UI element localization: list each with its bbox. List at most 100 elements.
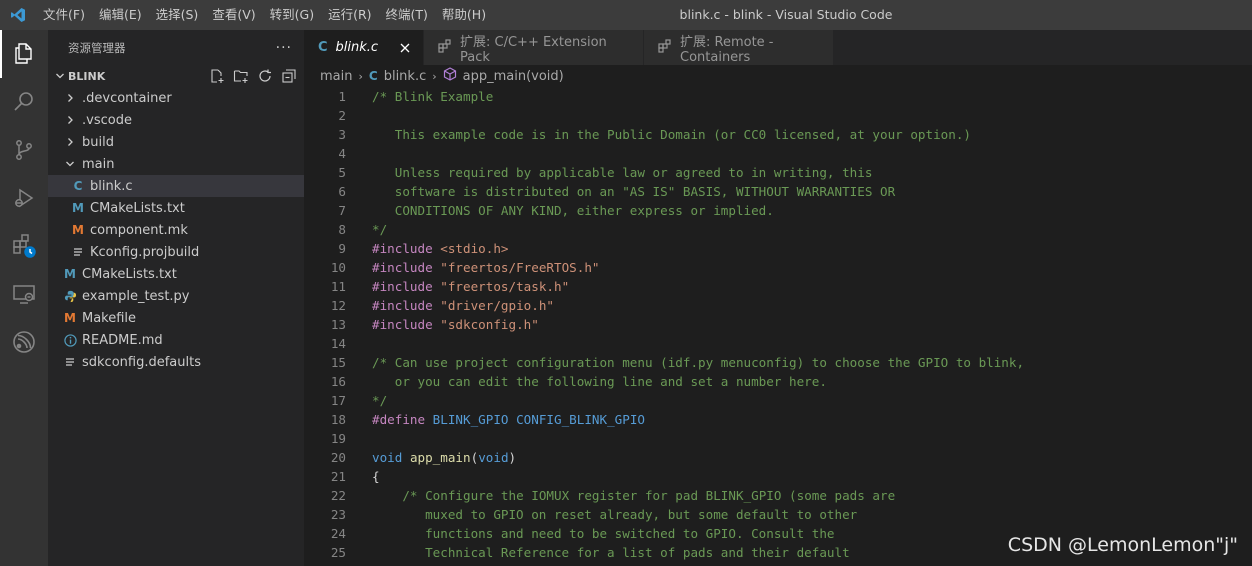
function-symbol-icon — [443, 67, 457, 85]
esp-idf-icon[interactable] — [0, 318, 48, 366]
tree-folder[interactable]: .devcontainer — [48, 87, 304, 109]
remote-explorer-icon[interactable] — [0, 270, 48, 318]
code-line[interactable]: 3 This example code is in the Public Dom… — [304, 125, 1252, 144]
tree-file[interactable]: Cblink.c — [48, 175, 304, 197]
code-line[interactable]: 23 muxed to GPIO on reset already, but s… — [304, 505, 1252, 524]
source-control-icon[interactable] — [0, 126, 48, 174]
code-text: Technical Reference for a list of pads a… — [346, 543, 850, 562]
code-text: functions and need to be switched to GPI… — [346, 524, 834, 543]
close-icon[interactable] — [397, 40, 413, 56]
code-token: software is distributed on an "AS IS" BA… — [372, 184, 896, 199]
line-number: 5 — [338, 165, 346, 180]
python-file-icon — [62, 288, 78, 304]
extensions-tab-icon — [658, 38, 672, 57]
menu-item[interactable]: 帮助(H) — [435, 0, 493, 30]
code-line[interactable]: 7 CONDITIONS OF ANY KIND, either express… — [304, 201, 1252, 220]
menu-item[interactable]: 终端(T) — [379, 0, 435, 30]
code-line[interactable]: 10 #include "freertos/FreeRTOS.h" — [304, 258, 1252, 277]
refresh-icon[interactable] — [256, 67, 274, 85]
code-line[interactable]: 18 #define BLINK_GPIO CONFIG_BLINK_GPIO — [304, 410, 1252, 429]
tab-cpp-extension-pack[interactable]: 扩展: C/C++ Extension Pack — [424, 30, 644, 65]
code-line[interactable]: 19 — [304, 429, 1252, 448]
run-debug-icon[interactable] — [0, 174, 48, 222]
tree-file[interactable]: example_test.py — [48, 285, 304, 307]
tree-file[interactable]: M CMakeLists.txt — [48, 263, 304, 285]
code-text: CONDITIONS OF ANY KIND, either express o… — [346, 201, 774, 220]
line-number: 13 — [330, 317, 346, 332]
line-number: 10 — [330, 260, 346, 275]
makefile-icon: M — [72, 223, 84, 237]
tab-remote-containers[interactable]: 扩展: Remote - Containers — [644, 30, 834, 65]
code-token: ) — [508, 450, 517, 465]
project-name: BLINK — [68, 69, 106, 83]
new-folder-icon[interactable] — [232, 67, 250, 85]
code-editor[interactable]: 1/* Blink Example 2 3 This example code is… — [304, 87, 1252, 566]
code-line[interactable]: 20 void app_main(void) — [304, 448, 1252, 467]
tree-folder[interactable]: build — [48, 131, 304, 153]
code-line[interactable]: 5 Unless required by applicable law or a… — [304, 163, 1252, 182]
code-token: CONDITIONS OF ANY KIND, either express o… — [372, 203, 774, 218]
line-number: 17 — [330, 393, 346, 408]
code-line[interactable]: 15 /* Can use project configuration menu … — [304, 353, 1252, 372]
explorer-actions — [208, 67, 304, 85]
tree-file[interactable]: README.md — [48, 329, 304, 351]
tree-item-label: example_test.py — [82, 288, 190, 304]
tree-file[interactable]: M Makefile — [48, 307, 304, 329]
new-file-icon[interactable] — [208, 67, 226, 85]
tree-folder[interactable]: .vscode — [48, 109, 304, 131]
code-line[interactable]: 13 #include "sdkconfig.h" — [304, 315, 1252, 334]
line-number: 4 — [338, 146, 346, 161]
tree-item-label: Makefile — [82, 310, 137, 326]
code-line[interactable]: 22 /* Configure the IOMUX register for p… — [304, 486, 1252, 505]
tree-item-label: main — [82, 156, 115, 172]
code-token: */ — [372, 393, 388, 408]
tree-folder[interactable]: main — [48, 153, 304, 175]
menu-item[interactable]: 文件(F) — [36, 0, 92, 30]
tree-file[interactable]: sdkconfig.defaults — [48, 351, 304, 373]
tree-item-label: blink.c — [90, 178, 133, 194]
chevron-right-icon — [62, 134, 78, 150]
tree-item-label: build — [82, 134, 114, 150]
breadcrumb-folder[interactable]: main — [320, 69, 352, 84]
code-line[interactable]: 17 */ — [304, 391, 1252, 410]
explorer-sidebar: 资源管理器 ··· BLINK .devcontainer .vscode buil… — [48, 30, 304, 566]
explorer-icon[interactable] — [0, 30, 48, 78]
tab-blink-c[interactable]: C blink.c — [304, 30, 424, 65]
code-line[interactable]: 16 or you can edit the following line an… — [304, 372, 1252, 391]
line-number: 9 — [338, 241, 346, 256]
watermark: CSDN @LemonLemon"j" — [1007, 534, 1238, 556]
menu-item[interactable]: 选择(S) — [149, 0, 206, 30]
code-line[interactable]: 9 #include <stdio.h> — [304, 239, 1252, 258]
project-section-header[interactable]: BLINK — [48, 65, 304, 87]
menu-item[interactable]: 运行(R) — [321, 0, 378, 30]
code-line[interactable]: 11 #include "freertos/task.h" — [304, 277, 1252, 296]
code-line[interactable]: 14 — [304, 334, 1252, 353]
extensions-icon[interactable] — [0, 222, 48, 270]
extensions-tab-icon — [438, 38, 452, 57]
code-line[interactable]: 4 — [304, 144, 1252, 163]
code-text: void app_main(void) — [346, 448, 516, 467]
tree-file[interactable]: M CMakeLists.txt — [48, 197, 304, 219]
text-file-icon — [70, 244, 86, 260]
code-line[interactable]: 6 software is distributed on an "AS IS" … — [304, 182, 1252, 201]
code-token: */ — [372, 222, 388, 237]
code-line[interactable]: 8 */ — [304, 220, 1252, 239]
menu-item[interactable]: 查看(V) — [205, 0, 262, 30]
chevron-right-icon: › — [432, 69, 437, 83]
search-icon[interactable] — [0, 78, 48, 126]
line-number: 23 — [330, 507, 346, 522]
breadcrumb-symbol[interactable]: app_main(void) — [463, 69, 564, 84]
tree-file[interactable]: Kconfig.projbuild — [48, 241, 304, 263]
breadcrumb-file[interactable]: blink.c — [384, 69, 427, 84]
collapse-all-icon[interactable] — [280, 67, 298, 85]
more-actions-icon[interactable]: ··· — [276, 40, 292, 56]
menu-item[interactable]: 编辑(E) — [92, 0, 149, 30]
menu-item[interactable]: 转到(G) — [263, 0, 321, 30]
code-line[interactable]: 1 /* Blink Example — [304, 87, 1252, 106]
tree-file[interactable]: Mcomponent.mk — [48, 219, 304, 241]
code-line[interactable]: 21 { — [304, 467, 1252, 486]
code-line[interactable]: 12 #include "driver/gpio.h" — [304, 296, 1252, 315]
c-file-icon: C — [368, 69, 378, 83]
code-line[interactable]: 2 — [304, 106, 1252, 125]
